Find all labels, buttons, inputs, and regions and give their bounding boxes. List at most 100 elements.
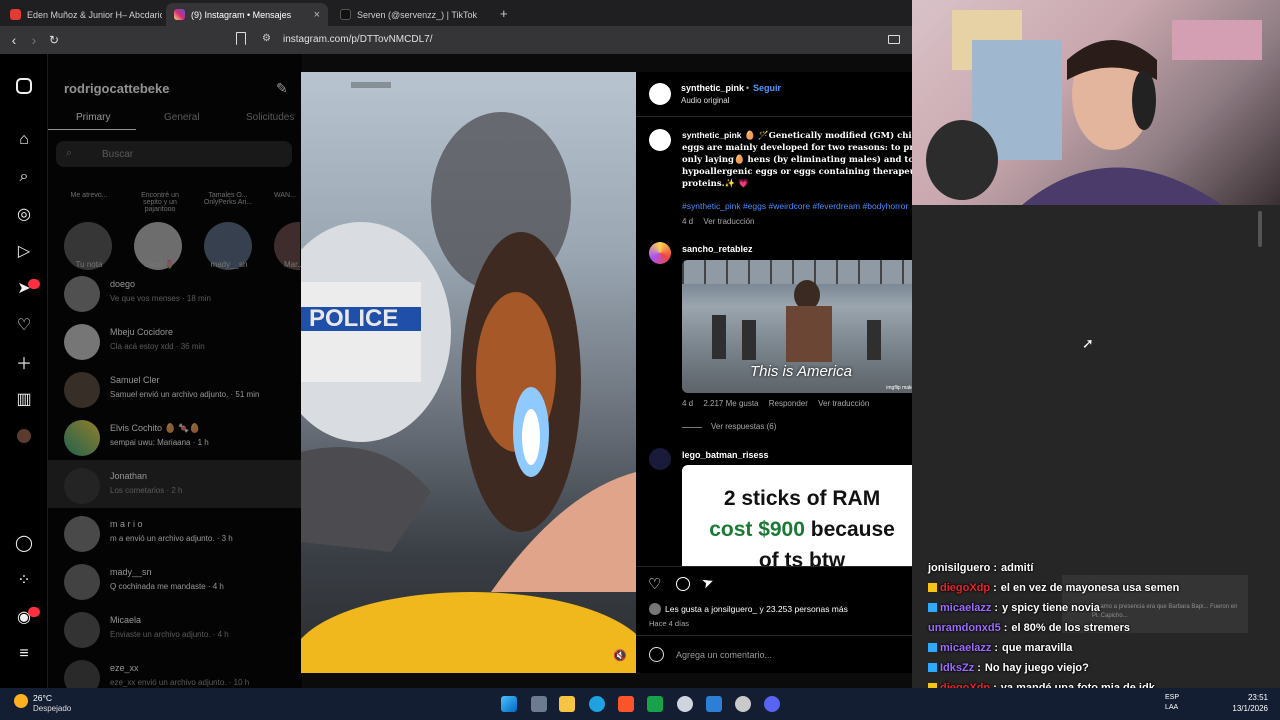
chat-username[interactable]: micaelazz — [940, 642, 991, 654]
forward-icon[interactable]: › — [24, 32, 44, 48]
profile-avatar[interactable] — [14, 426, 34, 446]
dm-search-input[interactable]: ⌕ Buscar — [56, 141, 292, 167]
new-tab-button[interactable]: + — [500, 6, 508, 21]
mute-icon[interactable]: 🔇 — [613, 649, 627, 662]
explore-icon[interactable]: ◎ — [14, 204, 34, 224]
create-icon[interactable]: ＋ — [14, 352, 34, 373]
notifications-icon[interactable]: ♡ — [14, 315, 34, 335]
scrollbar[interactable] — [1258, 211, 1262, 247]
translate-link[interactable]: Ver traducción — [703, 217, 754, 226]
chat-username[interactable]: micaelazz — [940, 602, 991, 614]
threads-icon[interactable]: ◯ — [14, 533, 34, 553]
note-bubble: WAN... — [274, 192, 296, 199]
tab-general[interactable]: General — [164, 112, 200, 123]
chat-username[interactable]: IdksZz — [940, 662, 974, 674]
note-name: Cami 🌷 — [143, 260, 175, 269]
obs-icon[interactable] — [735, 696, 751, 712]
chat-username[interactable]: jonisilguero — [928, 562, 990, 574]
language-code[interactable]: ESP — [1165, 694, 1179, 701]
weather-temp[interactable]: 26°C — [33, 693, 52, 703]
comment-username[interactable]: sancho_retablez — [682, 244, 753, 254]
thread-row-selected[interactable]: Jonathan Los cometarios · 2 h — [64, 464, 300, 508]
thread-row[interactable]: doego Ve que vos menses · 18 min — [64, 272, 300, 316]
meme-line-2: cost $900 because — [682, 514, 922, 545]
chat-message: IdksZz: No hay juego viejo? — [928, 662, 1089, 674]
discord-icon[interactable] — [764, 696, 780, 712]
note-bubble: Encontré un sepito y un pajaritooo — [141, 192, 179, 213]
view-replies-link[interactable]: Ver respuestas (6) — [711, 422, 776, 431]
share-icon[interactable]: ➤ — [699, 573, 716, 593]
tab-instagram[interactable]: (9) Instagram • Mensajes × — [166, 3, 328, 26]
thread-row[interactable]: Elvis Cochito 🥚 🍬🥚 sempai uwu: Mariaana ·… — [64, 416, 300, 460]
emoji-icon[interactable] — [649, 647, 664, 662]
hashtags[interactable]: #synthetic_pink #eggs #weirdcore #feverd… — [682, 201, 912, 211]
bookmark-icon[interactable] — [236, 32, 246, 45]
thread-row[interactable]: mady__sn Q cochinada me mandaste · 4 h — [64, 560, 300, 604]
comment-username[interactable]: lego_batman_risess — [682, 450, 769, 460]
author-username[interactable]: synthetic_pink — [681, 83, 744, 93]
vscode-icon[interactable] — [706, 696, 722, 712]
brave-icon[interactable] — [618, 696, 634, 712]
thread-row[interactable]: Samuel Cler Samuel envió un archivo adjun… — [64, 368, 300, 412]
avatar — [64, 612, 100, 648]
tab-requests[interactable]: Solicitudes — [246, 112, 294, 123]
url-field[interactable]: instagram.com/p/DTTovNMCDL7/ — [283, 34, 432, 45]
thread-row[interactable]: m a r i o m a envió un archivo adjunto. ·… — [64, 512, 300, 556]
post-video[interactable]: POLICE 🔇 — [301, 72, 636, 673]
thread-row[interactable]: Micaela Enviaste un archivo adjunto. · 4 … — [64, 608, 300, 652]
back-icon[interactable]: ‹ — [4, 32, 24, 48]
audio-label[interactable]: Audio original — [681, 96, 729, 105]
task-view-icon[interactable] — [531, 696, 547, 712]
search-icon: ⌕ — [66, 147, 73, 159]
comment-avatar[interactable] — [649, 242, 671, 264]
reload-icon[interactable]: ↻ — [44, 33, 64, 47]
file-explorer-icon[interactable] — [559, 696, 575, 712]
thread-row[interactable]: Mbeju Cocidore Cla acá estoy xdd · 36 min — [64, 320, 300, 364]
chat-username[interactable]: diegoXdp — [940, 582, 990, 594]
avatar — [64, 324, 100, 360]
avatar — [64, 660, 100, 688]
meme-image[interactable]: 2 sticks of RAM cost $900 because of ts … — [682, 465, 922, 566]
comment-likes[interactable]: 2.217 Me gusta — [703, 399, 758, 408]
tab-primary[interactable]: Primary — [76, 112, 110, 123]
language-layout[interactable]: LAA — [1165, 704, 1178, 711]
compose-icon[interactable]: ✎ — [276, 80, 288, 97]
settings-icon[interactable] — [677, 696, 693, 712]
follow-button[interactable]: Seguir — [753, 83, 781, 93]
tab-youtube[interactable]: Eden Muñoz & Junior H– Abcdario ( — [2, 3, 162, 26]
translate-link[interactable]: Ver traducción — [818, 399, 869, 408]
edge-icon[interactable] — [589, 696, 605, 712]
author-avatar[interactable] — [649, 129, 671, 151]
tab-tiktok[interactable]: Serven (@servenzz_) | TikTok — [332, 3, 492, 26]
caption-username[interactable]: synthetic_pink — [682, 130, 742, 140]
comment-input[interactable]: Agrega un comentario... — [676, 650, 772, 660]
comment-icon[interactable] — [676, 577, 690, 591]
instagram-logo-icon[interactable] — [14, 76, 34, 96]
comment-avatar[interactable] — [649, 448, 671, 470]
author-avatar[interactable] — [649, 83, 671, 105]
home-icon[interactable]: ⌂ — [14, 130, 34, 150]
gif-image[interactable]: This is America imgflip maker — [682, 260, 920, 393]
thread-row[interactable]: eze_xx eze_xx envió un archivo adjunto. ·… — [64, 656, 300, 688]
xbox-icon[interactable] — [647, 696, 663, 712]
cast-icon[interactable] — [888, 35, 900, 44]
site-settings-icon[interactable]: ⚙ — [262, 33, 271, 44]
chat-text: el 80% de los stremers — [1011, 622, 1131, 634]
reels-icon[interactable]: ▷ — [14, 241, 34, 261]
more-menu-icon[interactable]: ≡ — [14, 644, 34, 664]
messages-badge — [28, 279, 40, 289]
clock-date[interactable]: 13/1/2026 — [1222, 704, 1268, 713]
weather-desc[interactable]: Despejado — [33, 704, 71, 713]
search-icon[interactable]: ⌕ — [14, 167, 34, 187]
chat-username[interactable]: unramdonxd5 — [928, 622, 1001, 634]
close-tab-icon[interactable]: × — [314, 9, 320, 21]
start-icon[interactable] — [501, 696, 517, 712]
replies-line — [682, 427, 702, 428]
liked-by[interactable]: Les gusta a jonsilguero_ y 23.253 person… — [665, 604, 848, 614]
reply-link[interactable]: Responder — [769, 399, 808, 408]
clock-time[interactable]: 23:51 — [1222, 693, 1268, 702]
like-icon[interactable]: ♡ — [648, 575, 661, 593]
dashboard-icon[interactable]: ▥ — [14, 389, 34, 409]
dm-username[interactable]: rodrigocattebeke — [64, 81, 169, 96]
meta-ai-icon[interactable]: ⁘ — [14, 570, 34, 590]
